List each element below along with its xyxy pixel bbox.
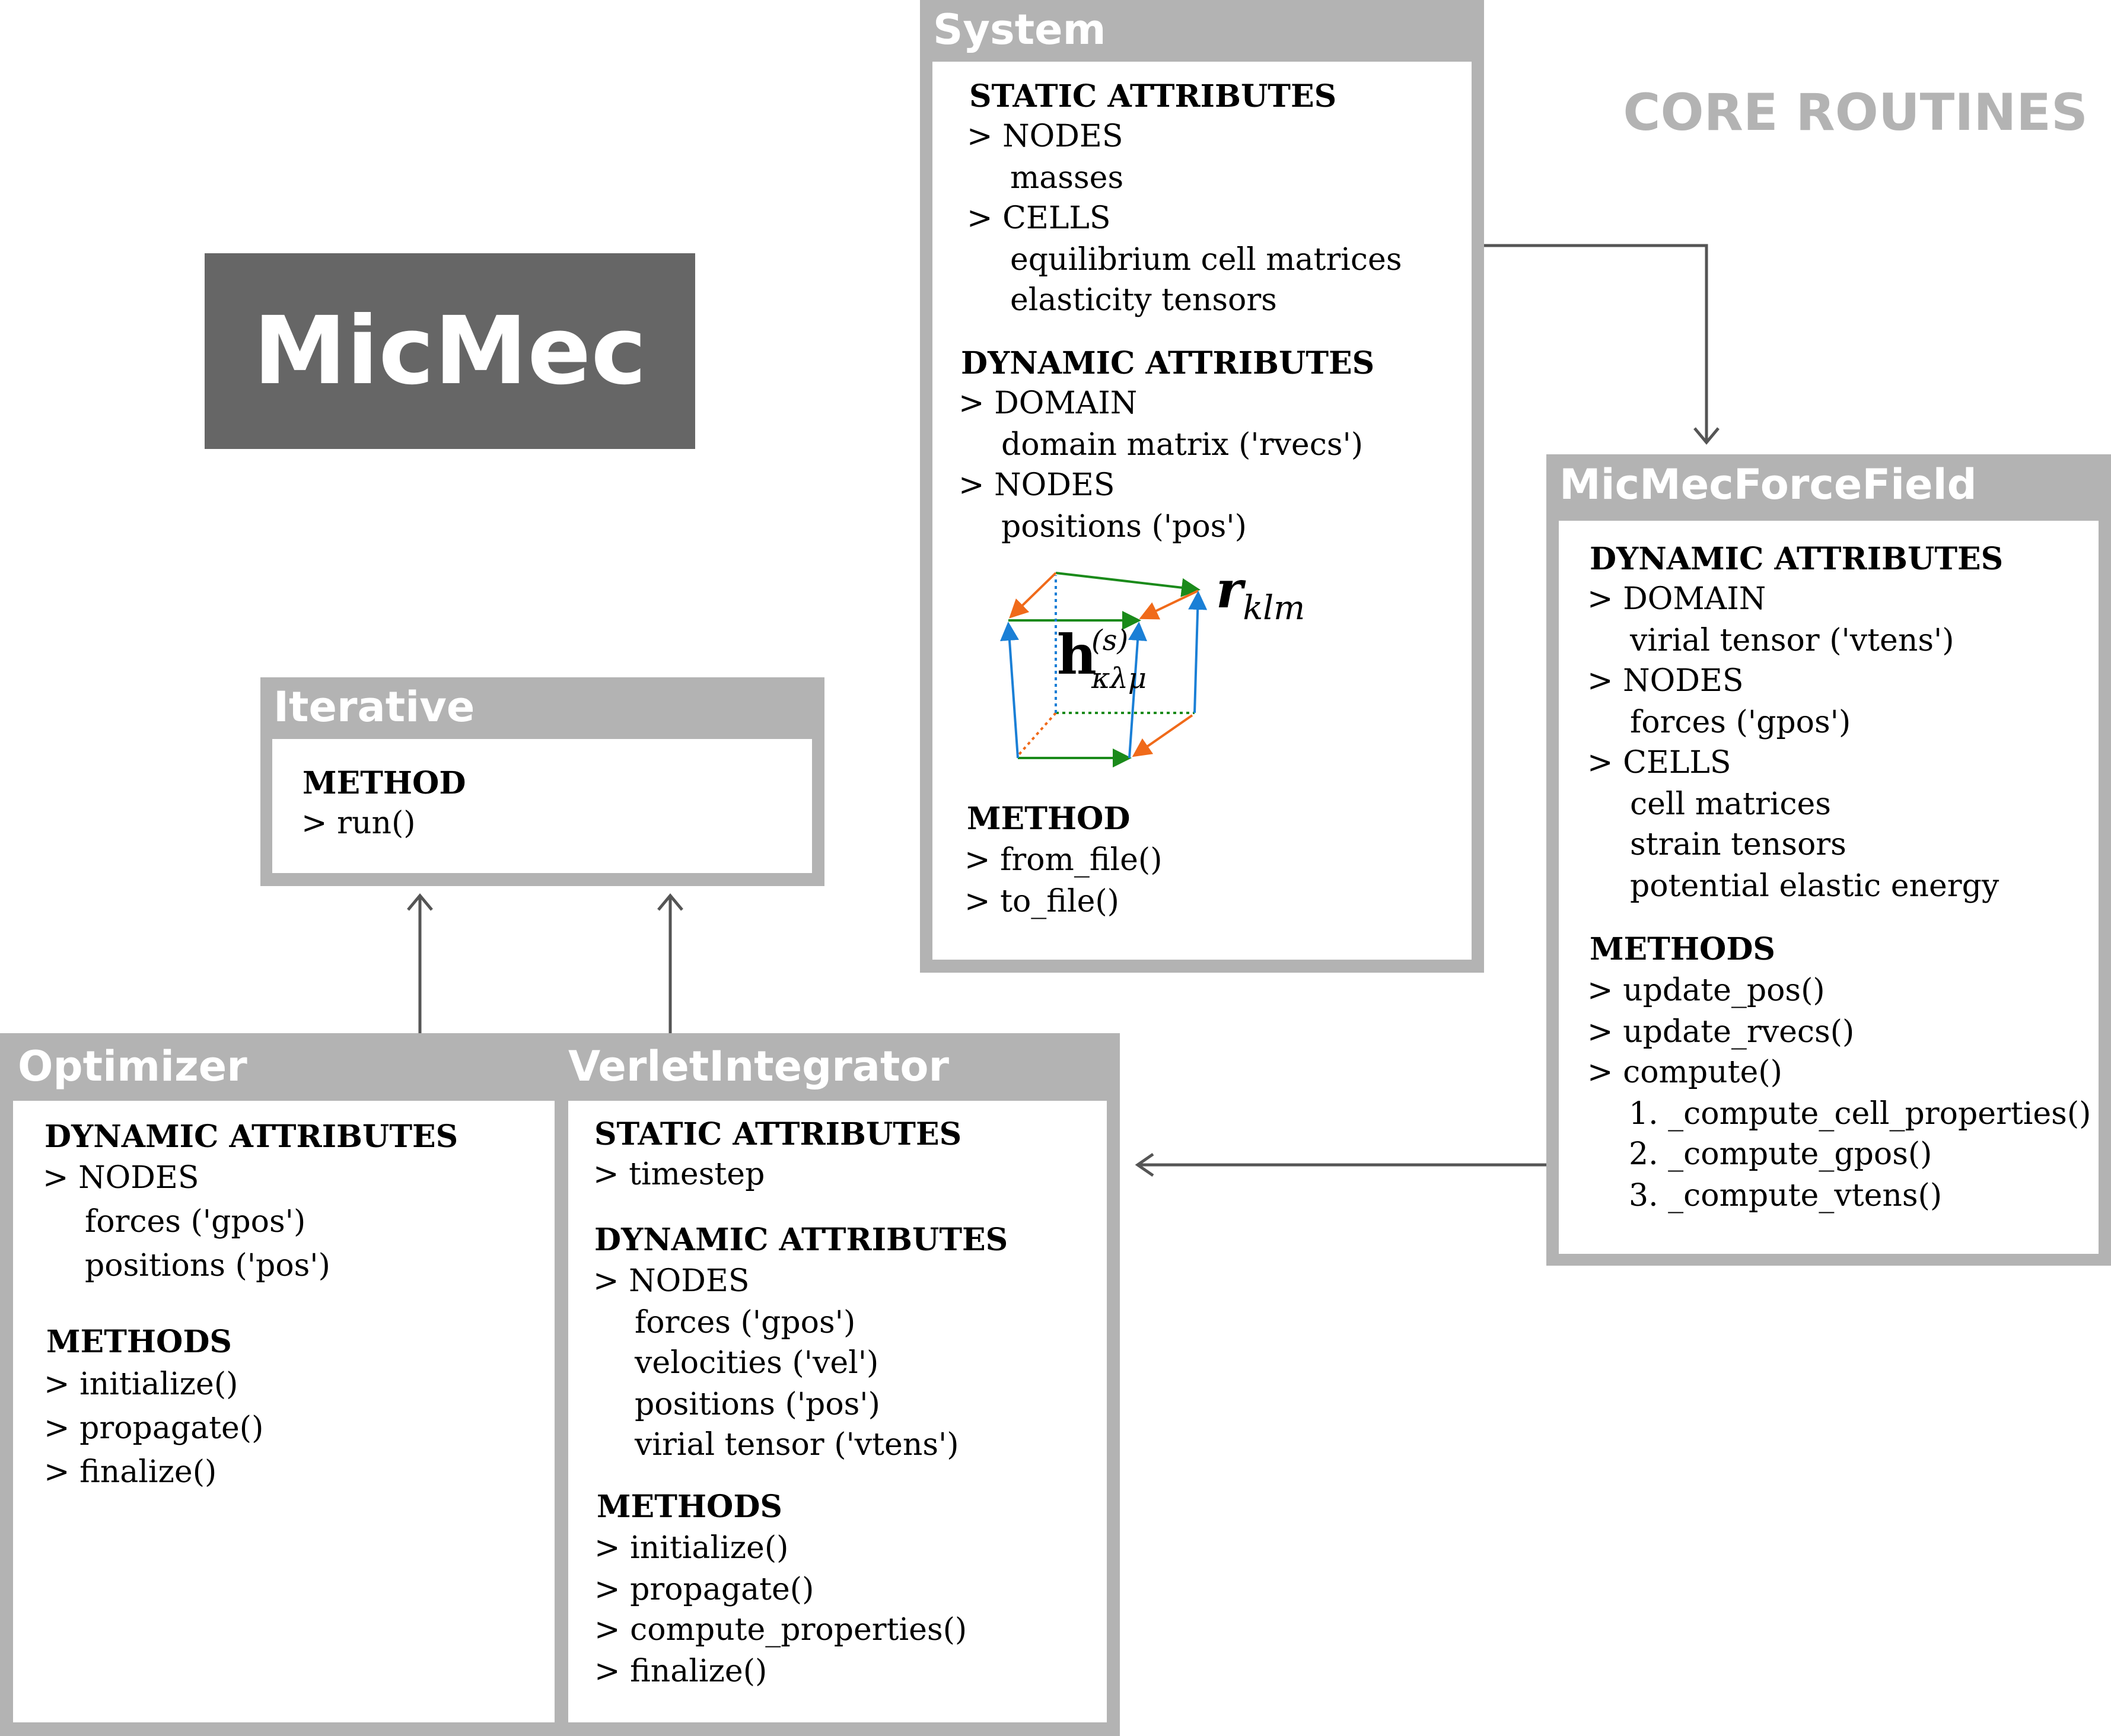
system-static-line: masses bbox=[1010, 160, 1124, 196]
optimizer-method-line: > initialize() bbox=[44, 1366, 238, 1402]
system-static-line: elasticity tensors bbox=[1010, 282, 1277, 318]
r-subscript: klm bbox=[1243, 589, 1306, 627]
optimizer-methods-heading: METHODS bbox=[46, 1324, 232, 1360]
h-symbol: h bbox=[1057, 623, 1097, 687]
forcefield-dynamic-line: strain tensors bbox=[1630, 827, 1846, 862]
optimizer-dynamic-line: > NODES bbox=[43, 1160, 199, 1196]
forcefield-method-line: 1. _compute_cell_properties() bbox=[1629, 1096, 2091, 1132]
r-klm-label: rklm bbox=[1216, 560, 1305, 627]
iterative-title: Iterative bbox=[273, 683, 475, 731]
h-subscript: κλμ bbox=[1091, 662, 1147, 695]
h-matrix-label: h (s) κλμ bbox=[1057, 623, 1147, 695]
system-static-line: equilibrium cell matrices bbox=[1010, 242, 1402, 278]
system-title: System bbox=[933, 5, 1106, 54]
verlet-method-line: > finalize() bbox=[594, 1654, 768, 1689]
verlet-dynamic-line: velocities ('vel') bbox=[635, 1345, 879, 1381]
verlet-dynamic-line: > NODES bbox=[593, 1263, 750, 1299]
system-dynamic-heading: DYNAMIC ATTRIBUTES bbox=[961, 345, 1375, 381]
optimizer-dynamic-line: positions ('pos') bbox=[85, 1248, 330, 1283]
verlet-dynamic-line: positions ('pos') bbox=[635, 1387, 880, 1422]
optimizer-method-line: > finalize() bbox=[44, 1454, 217, 1490]
system-dynamic-line: > NODES bbox=[959, 467, 1115, 503]
optimizer-method-line: > propagate() bbox=[44, 1410, 264, 1446]
system-static-heading: STATIC ATTRIBUTES bbox=[969, 78, 1337, 114]
optimizer-dynamic-line: forces ('gpos') bbox=[85, 1204, 306, 1240]
optimizer-title: Optimizer bbox=[18, 1042, 247, 1091]
iterative-method-heading: METHOD bbox=[303, 765, 466, 801]
iterative-method-line: > run() bbox=[301, 805, 416, 841]
system-dynamic-line: > DOMAIN bbox=[959, 386, 1138, 421]
verlet-dynamic-heading: DYNAMIC ATTRIBUTES bbox=[594, 1222, 1008, 1258]
forcefield-title: MicMecForceField bbox=[1559, 460, 1977, 509]
core-routines-header: CORE ROUTINES bbox=[1623, 83, 2088, 142]
forcefield-dynamic-heading: DYNAMIC ATTRIBUTES bbox=[1590, 541, 2004, 577]
forcefield-methods-heading: METHODS bbox=[1590, 931, 1775, 967]
forcefield-dynamic-line: potential elastic energy bbox=[1630, 868, 1999, 904]
class-diagram: MicMec CORE ROUTINES System STATIC ATTRI… bbox=[0, 0, 2111, 1736]
forcefield-dynamic-line: cell matrices bbox=[1630, 786, 1831, 822]
system-static-line: > CELLS bbox=[967, 200, 1111, 236]
system-static-line: > NODES bbox=[967, 119, 1123, 154]
forcefield-method-line: 3. _compute_vtens() bbox=[1629, 1178, 1943, 1213]
h-superscript: (s) bbox=[1091, 624, 1129, 657]
forcefield-method-line: 2. _compute_gpos() bbox=[1629, 1136, 1932, 1172]
r-symbol: r bbox=[1216, 560, 1243, 620]
verlet-static-line: > timestep bbox=[593, 1157, 765, 1192]
system-dynamic-line: positions ('pos') bbox=[1001, 509, 1247, 544]
optimizer-dynamic-heading: DYNAMIC ATTRIBUTES bbox=[44, 1119, 459, 1155]
system-dynamic-line: domain matrix ('rvecs') bbox=[1001, 427, 1364, 463]
verlet-method-line: > initialize() bbox=[594, 1530, 789, 1566]
system-method-heading: METHOD bbox=[967, 801, 1131, 837]
verlet-methods-heading: METHODS bbox=[597, 1489, 782, 1525]
verlet-method-line: > compute_properties() bbox=[594, 1612, 967, 1648]
forcefield-dynamic-line: forces ('gpos') bbox=[1630, 705, 1851, 740]
verlet-static-heading: STATIC ATTRIBUTES bbox=[594, 1116, 962, 1152]
verlet-dynamic-line: forces ('gpos') bbox=[635, 1305, 856, 1340]
forcefield-method-line: > update_pos() bbox=[1587, 973, 1825, 1008]
forcefield-method-line: > update_rvecs() bbox=[1587, 1014, 1855, 1050]
forcefield-dynamic-line: > CELLS bbox=[1587, 745, 1731, 781]
forcefield-dynamic-line: virial tensor ('vtens') bbox=[1630, 623, 1954, 658]
forcefield-method-line: > compute() bbox=[1587, 1055, 1782, 1090]
forcefield-dynamic-line: > DOMAIN bbox=[1587, 581, 1766, 617]
verlet-dynamic-line: virial tensor ('vtens') bbox=[635, 1427, 959, 1463]
system-to-forcefield-arrow bbox=[1484, 244, 1708, 440]
verlet-method-line: > propagate() bbox=[594, 1572, 814, 1607]
micmec-logo: MicMec bbox=[205, 253, 695, 449]
forcefield-dynamic-line: > NODES bbox=[1587, 663, 1744, 699]
system-method-line: > from_file() bbox=[964, 842, 1163, 878]
verlet-title: VerletIntegrator bbox=[568, 1042, 950, 1091]
system-method-line: > to_file() bbox=[964, 884, 1119, 919]
